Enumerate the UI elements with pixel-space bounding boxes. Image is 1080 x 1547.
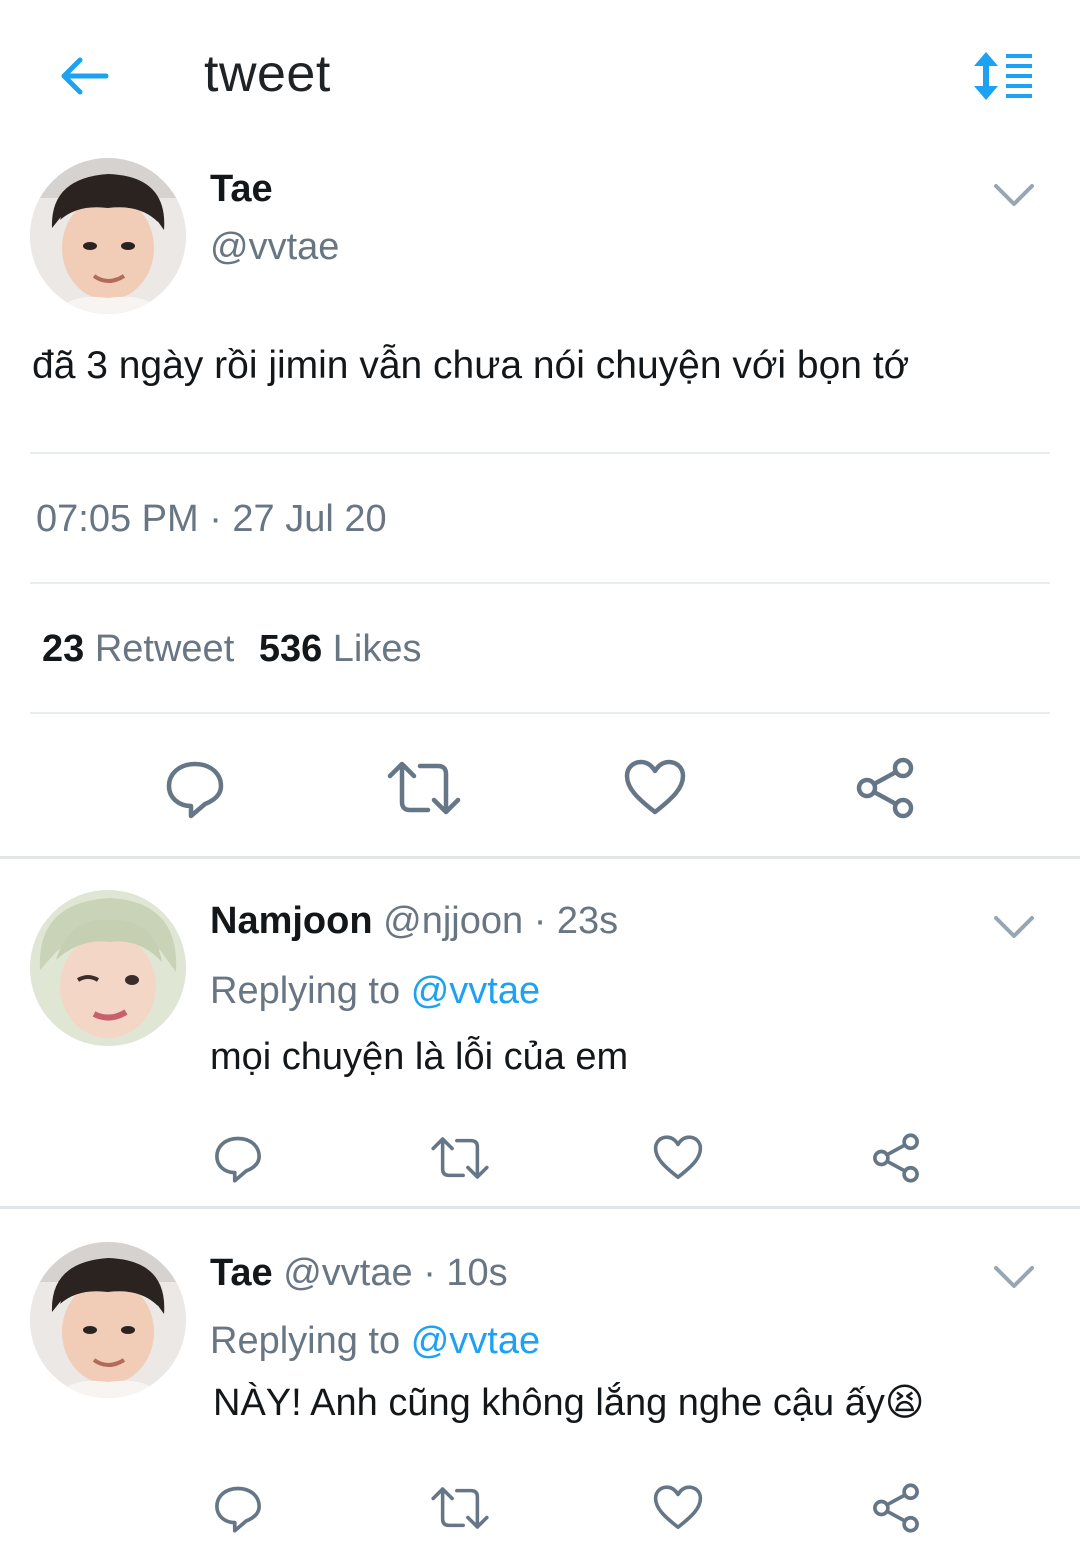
tweet-stats: 23 Retweet 536 Likes — [42, 628, 422, 671]
chevron-down-icon — [994, 184, 1034, 206]
likes-stat[interactable]: 536 Likes — [259, 628, 422, 670]
like-icon — [653, 1135, 703, 1179]
chevron-down-icon — [994, 916, 1034, 938]
tweet-menu-button[interactable] — [990, 176, 1038, 216]
retweet-icon — [431, 1137, 489, 1179]
reply-header: Namjoon @njjoon · 23s — [210, 900, 618, 943]
reply-button[interactable] — [206, 1478, 270, 1538]
sort-button[interactable] — [966, 48, 1038, 104]
section-divider — [0, 856, 1080, 859]
retweet-icon — [431, 1487, 489, 1529]
replying-to-line: Replying to @vvtae — [210, 970, 540, 1013]
divider — [30, 582, 1050, 584]
avatar-image — [30, 890, 186, 1046]
back-button[interactable] — [52, 48, 116, 104]
divider — [30, 712, 1050, 714]
page-title: tweet — [204, 45, 331, 103]
reply-author-handle[interactable]: @vvtae — [283, 1252, 412, 1294]
replying-label: Replying to — [210, 1320, 401, 1362]
like-label: Likes — [332, 628, 422, 670]
replying-to-link[interactable]: @vvtae — [411, 970, 540, 1012]
replying-to-link[interactable]: @vvtae — [411, 1320, 540, 1362]
retweet-count: 23 — [42, 628, 85, 670]
retweet-label: Retweet — [94, 628, 235, 670]
share-button[interactable] — [864, 1128, 928, 1188]
share-button[interactable] — [845, 752, 925, 824]
avatar[interactable] — [30, 890, 186, 1046]
section-divider — [0, 1206, 1080, 1209]
reply-menu-button[interactable] — [990, 908, 1038, 948]
reply-button[interactable] — [206, 1128, 270, 1188]
share-icon — [856, 757, 914, 819]
avatar[interactable] — [30, 1242, 186, 1398]
tweet-timestamp: 07:05 PM · 27 Jul 20 — [36, 498, 387, 540]
replying-label: Replying to — [210, 970, 401, 1012]
back-arrow-icon — [61, 57, 109, 95]
reply-author-handle[interactable]: @njjoon — [383, 900, 523, 942]
like-button[interactable] — [646, 1128, 710, 1188]
reply-text: NÀY! Anh cũng không lắng nghe cậu ấy😫 — [213, 1382, 925, 1424]
replying-to-line: Replying to @vvtae — [210, 1320, 540, 1363]
author-handle[interactable]: @vvtae — [210, 226, 339, 269]
share-icon — [873, 1483, 919, 1533]
retweet-button[interactable] — [428, 1478, 492, 1538]
reply-time: · 10s — [423, 1252, 508, 1294]
retweet-icon — [387, 761, 461, 815]
like-icon — [624, 759, 686, 815]
divider — [30, 452, 1050, 454]
reply-header: Tae @vvtae · 10s — [210, 1252, 508, 1295]
tweet-text: đã 3 ngày rồi jimin vẫn chưa nói chuyện … — [32, 344, 910, 387]
reply-menu-button[interactable] — [990, 1258, 1038, 1298]
like-button[interactable] — [615, 752, 695, 824]
like-button[interactable] — [646, 1478, 710, 1538]
retweet-button[interactable] — [428, 1128, 492, 1188]
reply-text: mọi chuyện là lỗi của em — [210, 1036, 629, 1078]
reply-author-name[interactable]: Namjoon — [210, 900, 373, 942]
avatar[interactable] — [30, 158, 186, 314]
chevron-down-icon — [994, 1266, 1034, 1288]
reply-icon — [215, 1136, 261, 1183]
reply-time: · 23s — [533, 900, 619, 942]
reply-icon — [166, 761, 224, 819]
retweet-button[interactable] — [384, 752, 464, 824]
sort-icon — [974, 52, 1032, 100]
like-count: 536 — [258, 628, 323, 670]
share-button[interactable] — [864, 1478, 928, 1538]
avatar-image — [30, 158, 186, 314]
reply-button[interactable] — [155, 752, 235, 824]
retweet-stat[interactable]: 23 Retweet — [42, 628, 245, 670]
author-name[interactable]: Tae — [210, 168, 273, 211]
reply-icon — [215, 1486, 261, 1533]
share-icon — [873, 1133, 919, 1183]
reply-author-name[interactable]: Tae — [210, 1252, 273, 1294]
avatar-image — [30, 1242, 186, 1398]
like-icon — [653, 1485, 703, 1529]
